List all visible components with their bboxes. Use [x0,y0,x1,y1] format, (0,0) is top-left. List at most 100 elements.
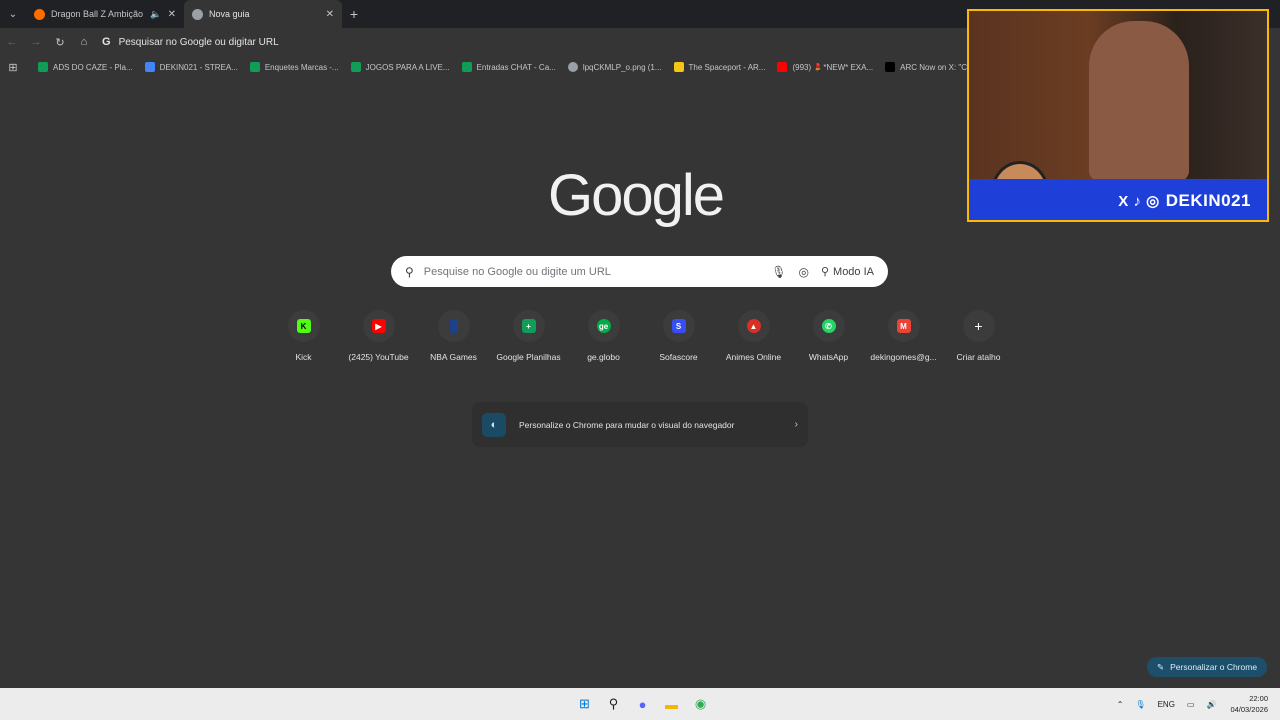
pencil-icon: ✎ [1157,661,1165,672]
bookmark-item[interactable]: ARC Now on X: "Co... [885,62,978,72]
x-icon [885,62,896,72]
streamer-image [1089,21,1189,181]
whatsapp-icon: ✆ [821,319,836,333]
shortcut-label: dekingomes@g... [870,352,937,362]
shortcut-add[interactable]: + Criar atalho [941,310,1016,362]
shortcut-tile: ▶ [362,310,395,342]
shortcut-label: Sofascore [659,352,698,362]
bookmark-label: (993) 💄*NEW* EXA... [792,62,874,72]
taskbar-apps: ⊞ ⚲ ● ▬ ◉ [570,694,715,714]
clock-date: 04/03/2026 [1230,705,1268,714]
shortcut-label: NBA Games [430,352,477,362]
volume-icon[interactable]: 🔊 [1206,700,1216,709]
nba-icon [449,319,458,333]
shortcut-youtube[interactable]: ▶ (2425) YouTube [341,310,416,362]
shortcut-tile: ✆ [812,310,845,342]
bookmark-item[interactable]: ADS DO CAZE - Pla... [38,62,133,72]
shortcut-sofascore[interactable]: S Sofascore [641,310,716,362]
bookmark-item[interactable]: JOGOS PARA A LIVE... [350,62,450,72]
shortcuts-grid: K Kick ▶ (2425) YouTube NBA Games + Google … [266,310,1016,362]
bookmark-label: DEKIN021 - STREA... [159,62,238,72]
shortcut-tile: M [887,310,920,342]
chevron-right-icon: › [794,419,798,430]
shortcut-tile: ▲ [737,310,770,342]
ai-mode-label: Modo IA [833,265,874,278]
shortcut-label: Criar atalho [956,352,1001,362]
shortcut-google-sheets[interactable]: + Google Planilhas [491,310,566,362]
shortcut-tile: + [512,310,545,342]
spaceport-icon [673,62,684,72]
shortcut-label: Kick [295,352,312,362]
speaker-icon[interactable]: 🔈 [150,9,161,20]
windows-start-icon[interactable]: ⊞ [570,694,599,714]
shortcut-label: (2425) YouTube [348,352,409,362]
clock[interactable]: 22:00 04/03/2026 [1230,693,1268,715]
network-icon[interactable]: ▭ [1187,700,1195,709]
ai-mode-icon: ⚲ [820,266,830,278]
address-bar-placeholder: Pesquisar no Google ou digitar URL [118,36,279,48]
streamer-banner: X ♪ ◎ DEKIN021 [969,179,1267,220]
shortcut-nba[interactable]: NBA Games [416,310,491,362]
bookmark-label: The Spaceport - AR... [688,62,766,72]
gmail-icon: M [896,319,911,333]
youtube-icon [777,62,788,72]
globe-icon [567,62,578,72]
bookmark-label: Enquetes Marcas -... [264,62,339,72]
tab-new-tab[interactable]: Nova guia ✕ [184,0,342,28]
search-box[interactable]: ⚲ 🎙 ◎ ⚲Modo IA [391,256,888,287]
tab-search-icon[interactable]: ⌄ [0,0,26,28]
sheets-icon [249,62,260,72]
microphone-icon[interactable]: 🎙 [1135,700,1145,709]
search-icon[interactable]: ⚲ [599,694,628,714]
shortcut-whatsapp[interactable]: ✆ WhatsApp [791,310,866,362]
tab-dragon-ball[interactable]: Dragon Ball Z Ambição de 🔈 ✕ [26,0,184,28]
chrome-icon[interactable]: ◉ [686,694,715,714]
search-input[interactable] [423,265,772,278]
bookmark-item[interactable]: DEKIN021 - STREA... [144,62,238,72]
ai-mode-button[interactable]: ⚲ Modo IA [820,265,874,279]
customize-chrome-card[interactable]: ◐ Personalize o Chrome para mudar o visu… [472,402,808,447]
shortcut-label: WhatsApp [808,352,849,362]
bookmark-item[interactable]: Entradas CHAT - Ca... [461,62,556,72]
shortcut-tile: S [662,310,695,342]
file-explorer-icon[interactable]: ▬ [657,694,686,714]
bookmark-item[interactable]: Enquetes Marcas -... [249,62,339,72]
forward-icon[interactable]: → [24,36,48,48]
bookmark-item[interactable]: The Spaceport - AR... [673,62,766,72]
social-icons: X ♪ ◎ [1118,192,1160,210]
sheets-icon [461,62,472,72]
shortcut-gmail[interactable]: Mdekingomes@g... [866,310,941,362]
apps-grid-icon[interactable]: ⊞ [0,61,26,74]
chrome-icon [192,8,203,20]
add-icon: + [974,318,983,334]
reload-icon[interactable]: ↻ [48,36,72,49]
discord-icon[interactable]: ● [628,694,657,714]
kick-icon: K [296,319,311,333]
shortcut-kick[interactable]: K Kick [266,310,341,362]
shortcut-animes-online[interactable]: ▲ Animes Online [716,310,791,362]
system-tray: ⌃ 🎙 ENG ▭ 🔊 22:00 04/03/2026 [1105,688,1268,720]
youtube-icon: ▶ [371,319,386,333]
language-indicator[interactable]: ENG [1158,700,1175,709]
bookmark-label: JOGOS PARA A LIVE... [365,62,450,72]
bookmark-item[interactable]: (993) 💄*NEW* EXA... [777,62,873,72]
sheets-icon [350,62,361,72]
new-tab-button[interactable]: + [342,6,366,22]
webcam-overlay: X ♪ ◎ DEKIN021 [967,9,1269,222]
chevron-up-icon[interactable]: ⌃ [1117,700,1124,709]
streamer-handle: DEKIN021 [1165,190,1251,210]
customize-chrome-button[interactable]: ✎ Personalizar o Chrome [1147,657,1268,677]
google-lens-icon[interactable]: ◎ [798,265,808,279]
close-icon[interactable]: ✕ [168,9,176,20]
tab-title: Nova guia [209,9,250,19]
microphone-icon[interactable]: 🎙 [771,265,786,279]
home-icon[interactable]: ⌂ [72,36,96,48]
bookmark-item[interactable]: lpqCKMLP_o.png (1... [567,62,662,72]
back-icon[interactable]: ← [0,36,24,48]
animes-online-icon: ▲ [746,319,761,333]
shortcut-ge-globo[interactable]: ge ge.globo [566,310,641,362]
close-icon[interactable]: ✕ [326,9,334,20]
shortcut-label: ge.globo [587,352,620,362]
shortcut-tile: K [287,310,320,342]
windows-taskbar: ⊞ ⚲ ● ▬ ◉ ⌃ 🎙 ENG ▭ 🔊 22:00 04/03/2026 [0,688,1280,720]
